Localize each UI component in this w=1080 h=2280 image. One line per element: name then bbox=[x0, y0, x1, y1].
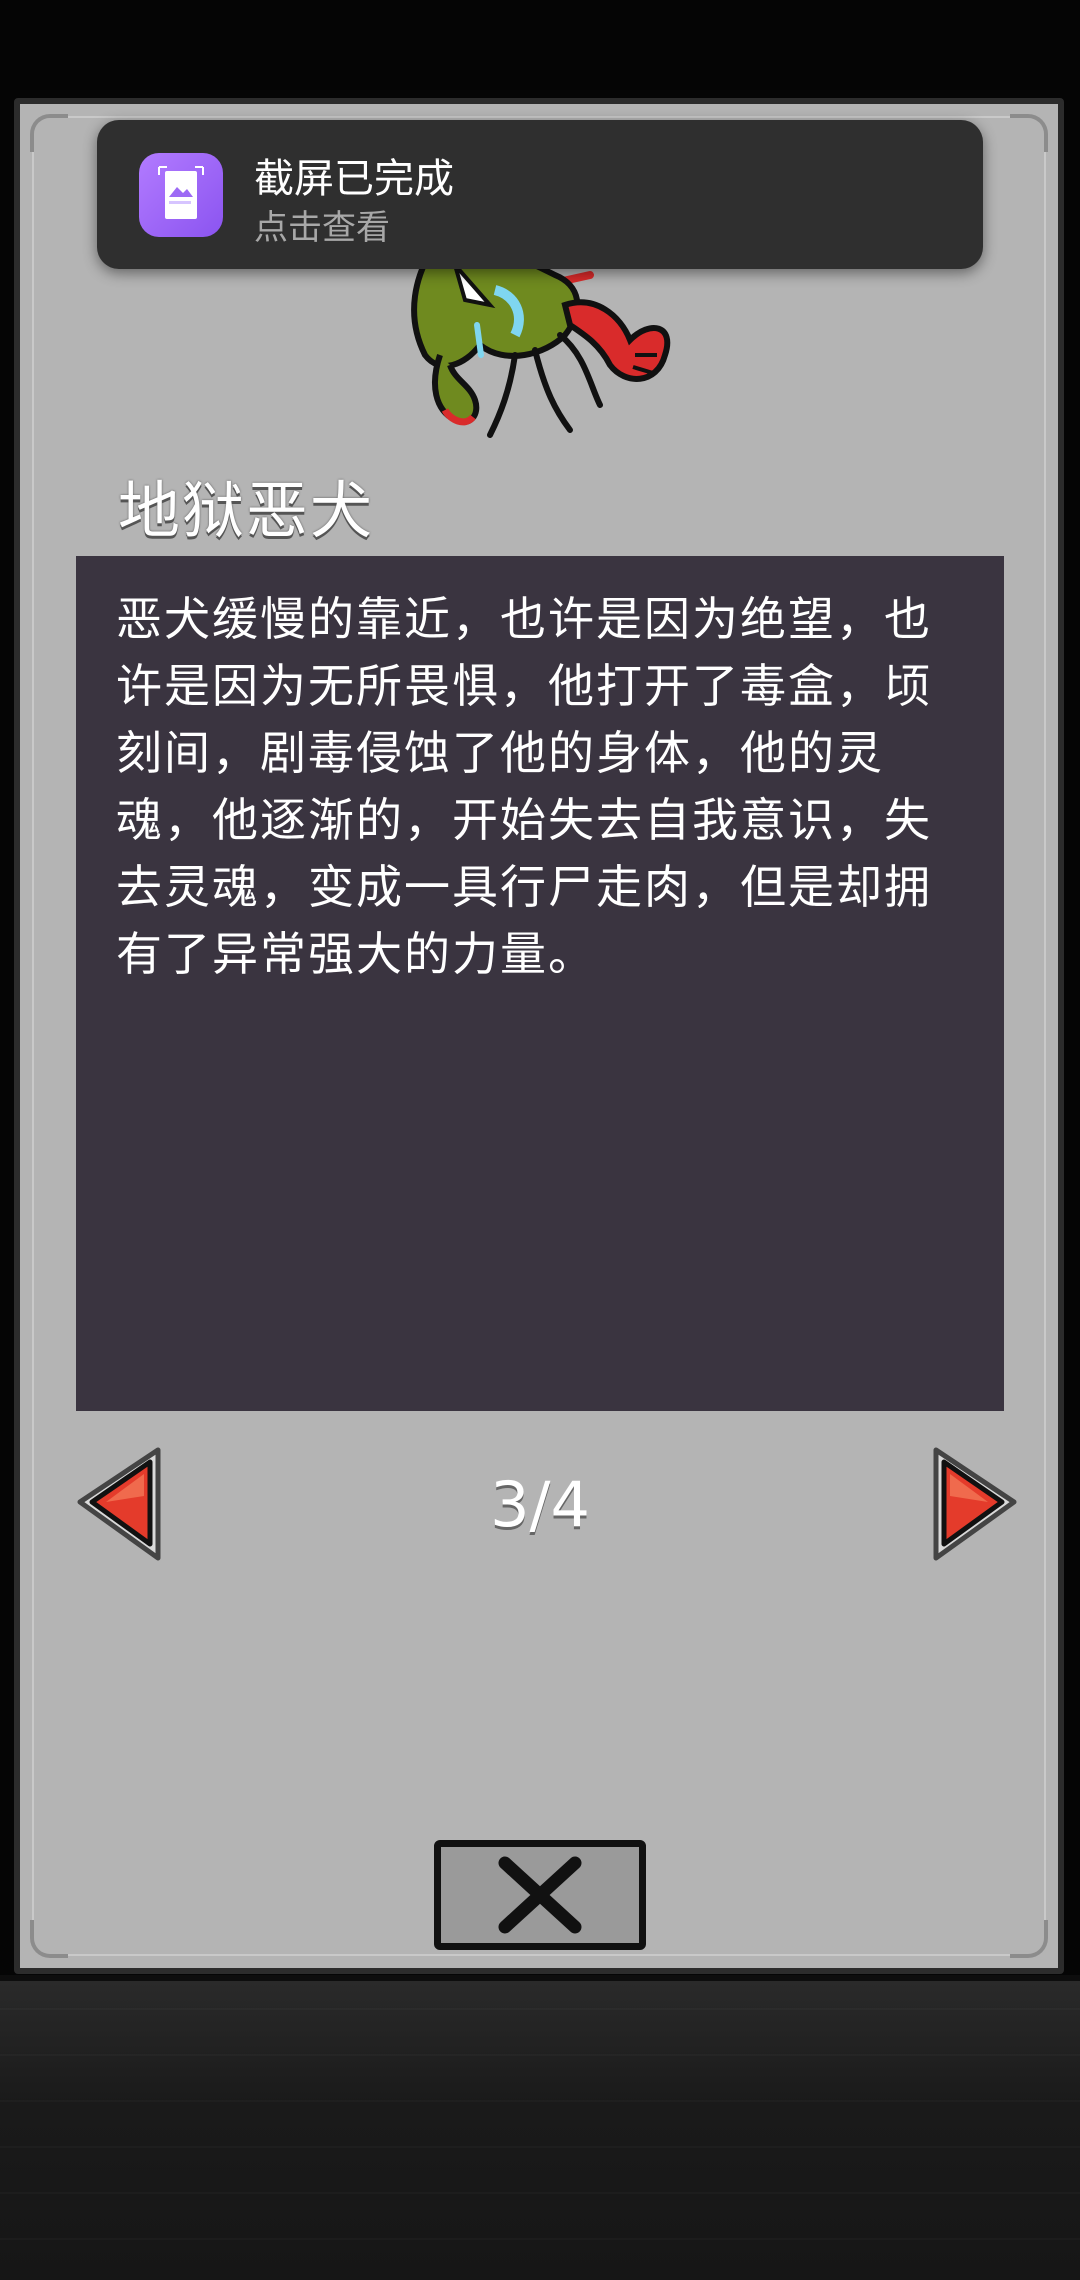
close-button[interactable] bbox=[434, 1840, 646, 1950]
notification-title: 截屏已完成 bbox=[254, 156, 454, 202]
monster-description: 恶犬缓慢的靠近，也许是因为绝望，也许是因为无所畏惧，他打开了毒盒，顷刻间，剧毒侵… bbox=[116, 592, 932, 981]
panel-corner-ornament bbox=[30, 114, 68, 152]
description-box: 恶犬缓慢的靠近，也许是因为绝望，也许是因为无所畏惧，他打开了毒盒，顷刻间，剧毒侵… bbox=[76, 556, 1004, 1411]
red-right-arrow-icon bbox=[933, 1447, 1017, 1561]
panel-corner-ornament bbox=[1010, 114, 1048, 152]
red-left-arrow-icon bbox=[77, 1447, 161, 1561]
screenshot-notification[interactable]: 截屏已完成 点击查看 bbox=[97, 120, 983, 269]
panel-corner-ornament bbox=[1010, 1920, 1048, 1958]
close-x-icon bbox=[498, 1856, 582, 1934]
page-indicator: 3/4 bbox=[490, 1468, 590, 1541]
next-page-button[interactable] bbox=[924, 1440, 1024, 1570]
notification-subtitle: 点击查看 bbox=[254, 208, 390, 248]
monster-name: 地狱恶犬 bbox=[118, 474, 375, 547]
floor-background bbox=[0, 1975, 1080, 2280]
prev-page-button[interactable] bbox=[70, 1440, 170, 1570]
screenshot-gallery-icon bbox=[139, 153, 223, 237]
game-screen: 地狱恶犬 恶犬缓慢的靠近，也许是因为绝望，也许是因为无所畏惧，他打开了毒盒，顷刻… bbox=[0, 0, 1080, 2280]
panel-corner-ornament bbox=[30, 1920, 68, 1958]
